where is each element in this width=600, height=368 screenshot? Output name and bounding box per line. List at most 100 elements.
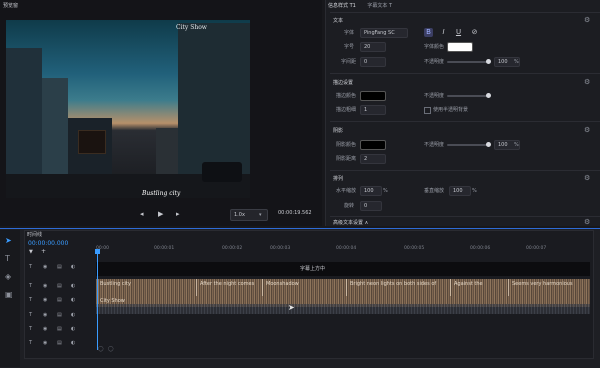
track-type-icon: T — [29, 312, 33, 318]
stroke-opacity-slider[interactable] — [447, 93, 491, 98]
semi-transparent-checkbox[interactable] — [424, 107, 431, 114]
add-track-icon[interactable]: + — [41, 248, 46, 255]
underline-button[interactable]: U — [454, 28, 463, 37]
h-scale-input[interactable]: 100 — [360, 186, 382, 196]
lock-icon[interactable]: ▤ — [57, 326, 62, 332]
stroke-width-label: 描边粗细 — [336, 107, 357, 113]
lock-icon[interactable]: ▤ — [57, 297, 62, 303]
clip-separator[interactable] — [196, 279, 197, 296]
italic-button[interactable]: I — [439, 28, 448, 37]
slider-handle[interactable] — [486, 93, 491, 98]
clip-label[interactable]: Seems very harmonious — [512, 281, 573, 287]
rotate-value: 0 — [364, 203, 368, 209]
eye-icon[interactable]: ◉ — [43, 312, 47, 318]
stroke-color-label: 描边颜色 — [336, 93, 357, 99]
slider-handle[interactable] — [486, 142, 491, 147]
speed-select[interactable]: 1.0x ▾ — [230, 209, 268, 221]
shadow-opacity-value: 100 — [498, 142, 508, 148]
v-scale-input[interactable]: 100 — [449, 186, 471, 196]
section-more-title[interactable]: 高级文本设置 ∧ — [333, 220, 368, 226]
stroke-opacity-label: 不透明度 — [424, 93, 445, 99]
shadow-distance-input[interactable]: 2 — [360, 154, 386, 164]
size-input[interactable]: 20 — [360, 42, 386, 52]
mute-icon[interactable]: ◐ — [71, 283, 75, 289]
track-type-icon: T — [29, 297, 33, 303]
prev-frame-button[interactable]: ◂ — [140, 210, 144, 218]
gear-icon[interactable]: ⚙ — [584, 78, 590, 86]
eye-icon[interactable]: ◉ — [43, 340, 47, 346]
video-watermark: City Show — [176, 24, 207, 31]
shadow-opacity-slider[interactable] — [447, 142, 491, 147]
slider-handle[interactable] — [486, 59, 491, 64]
divider — [330, 170, 600, 171]
spacing-value: 0 — [364, 59, 368, 65]
lock-icon[interactable]: ▤ — [57, 312, 62, 318]
play-button[interactable]: ▶ — [158, 210, 163, 218]
stroke-color-swatch[interactable] — [360, 91, 386, 101]
stroke-width-value: 1 — [364, 107, 368, 113]
ruler-tick: 00:00:03 — [270, 246, 291, 251]
lock-icon[interactable]: ▤ — [57, 340, 62, 346]
clip-label[interactable]: Bustling city — [100, 281, 131, 287]
mouse-cursor-icon: ➤ — [288, 303, 295, 312]
bold-button[interactable]: B — [424, 28, 433, 37]
mute-icon[interactable]: ◐ — [71, 264, 75, 270]
lock-icon[interactable]: ▤ — [57, 264, 62, 270]
clip-separator[interactable] — [450, 279, 451, 296]
chevron-down-icon: ▾ — [259, 212, 262, 218]
next-frame-button[interactable]: ▸ — [176, 210, 180, 218]
shadow-opacity-unit: % — [514, 142, 519, 148]
mute-icon[interactable]: ◐ — [71, 340, 75, 346]
tab-style[interactable]: 信息样式 T1 — [328, 3, 356, 9]
font-select[interactable]: PingFang SC — [360, 28, 408, 38]
timeline-time: 00:00:00.000 — [28, 240, 69, 247]
eye-icon[interactable]: ◉ — [43, 297, 47, 303]
font-color-swatch[interactable] — [447, 42, 473, 52]
audio-track-lower[interactable] — [96, 304, 590, 314]
lock-icon[interactable]: ▤ — [57, 283, 62, 289]
frame-tool-icon[interactable]: ▣ — [5, 290, 13, 299]
clip-separator[interactable] — [346, 279, 347, 296]
clip-label[interactable]: Against the — [454, 281, 483, 287]
text-tool-icon[interactable]: T — [5, 254, 10, 263]
section-shadow-title: 阴影 — [333, 128, 344, 134]
gear-icon[interactable]: ⚙ — [584, 174, 590, 182]
stroke-width-input[interactable]: 1 — [360, 105, 386, 115]
opacity-slider[interactable] — [447, 59, 491, 64]
mute-icon[interactable]: ◐ — [71, 312, 75, 318]
gear-icon[interactable]: ⚙ — [584, 218, 590, 226]
clip-label[interactable]: Bright neon lights on both sides of — [350, 281, 436, 287]
eye-icon[interactable]: ◉ — [43, 326, 47, 332]
playhead-handle[interactable] — [95, 249, 100, 254]
timeline-ruler[interactable]: 00:00 00:00:01 00:00:02 00:00:03 00:00:0… — [96, 246, 590, 256]
shadow-opacity-label: 不透明度 — [424, 142, 445, 148]
eye-icon[interactable]: ◉ — [43, 264, 47, 270]
gear-icon[interactable]: ⚙ — [584, 126, 590, 134]
tab-text[interactable]: 字幕文本 T — [367, 3, 392, 9]
zoom-in-icon[interactable]: ◯ — [108, 346, 114, 352]
gear-icon[interactable]: ⚙ — [584, 16, 590, 24]
clip-separator[interactable] — [508, 279, 509, 296]
mute-icon[interactable]: ◐ — [71, 297, 75, 303]
strikethrough-button[interactable]: ⊘ — [470, 28, 479, 37]
audio-track-label: City Show — [100, 298, 125, 304]
playhead[interactable] — [97, 250, 98, 350]
caption-track[interactable] — [96, 262, 590, 276]
timeline-title: 时间线 — [27, 232, 43, 238]
shadow-color-label: 阴影颜色 — [336, 142, 357, 148]
ruler-tick: 00:00:01 — [154, 246, 175, 251]
opacity-unit: % — [514, 59, 519, 65]
tag-tool-icon[interactable]: ◈ — [5, 272, 11, 281]
clip-separator[interactable] — [262, 279, 263, 296]
zoom-out-icon[interactable]: ◯ — [98, 346, 104, 352]
pointer-tool-icon[interactable]: ➤ — [5, 236, 12, 245]
rotate-input[interactable]: 0 — [360, 201, 382, 211]
mute-icon[interactable]: ◐ — [71, 326, 75, 332]
clip-label[interactable]: After the night comes — [200, 281, 254, 287]
clip-label[interactable]: Moonshadow — [266, 281, 299, 287]
marker-icon[interactable]: ▼ — [29, 249, 33, 255]
spacing-input[interactable]: 0 — [360, 57, 386, 67]
shadow-color-swatch[interactable] — [360, 140, 386, 150]
eye-icon[interactable]: ◉ — [43, 283, 47, 289]
speed-value: 1.0x — [234, 212, 245, 218]
